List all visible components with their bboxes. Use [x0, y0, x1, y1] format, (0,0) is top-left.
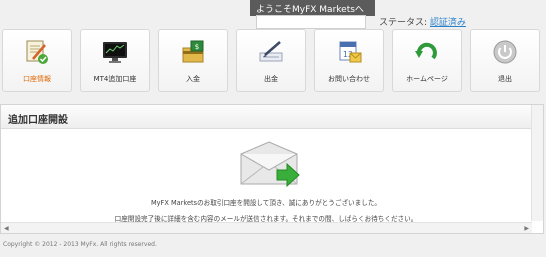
scroll-corner — [532, 223, 543, 233]
mail-envelope-icon — [240, 141, 300, 188]
vertical-scrollbar[interactable] — [531, 105, 543, 221]
green-arrow-home-icon — [415, 42, 437, 60]
tile-withdraw[interactable]: 出金 — [236, 29, 306, 92]
document-pen-icon — [26, 40, 48, 64]
svg-text:$: $ — [195, 43, 199, 51]
panel-title: 追加口座開設 — [1, 105, 543, 129]
scroll-left-icon[interactable]: ◀ — [4, 225, 9, 232]
tile-mt4-additional-account[interactable]: MT4追加口座 — [80, 29, 150, 92]
status-line: ステータス: 認証済み — [379, 15, 466, 28]
tile-logout[interactable]: 退出 — [470, 29, 540, 92]
calendar-contact-icon: 12 — [339, 41, 362, 63]
status-label: ステータス: — [379, 18, 428, 28]
account-name-field — [256, 15, 366, 29]
tile-account-info[interactable]: 口座情報 — [2, 29, 72, 92]
monitor-chart-icon — [103, 42, 127, 63]
tile-label: MT4追加口座 — [93, 75, 137, 83]
withdraw-pen-icon — [259, 41, 283, 62]
tile-label: 口座情報 — [23, 75, 51, 83]
tile-label: 入金 — [186, 75, 200, 83]
deposit-card-icon: $ — [182, 40, 204, 63]
tile-homepage[interactable]: ホームページ — [392, 29, 462, 92]
tile-contact[interactable]: 12 お問い合わせ — [314, 29, 384, 92]
tile-label: ホームページ — [406, 75, 448, 83]
tile-label: 出金 — [264, 75, 278, 83]
welcome-banner: ようこそMyFX Marketsへ — [250, 0, 375, 16]
tile-label: 退出 — [498, 75, 512, 83]
tile-deposit[interactable]: $ 入金 — [158, 29, 228, 92]
additional-account-panel: 追加口座開設 MyFX Marketsのお取引口座を開設して頂き、誠にありがとう… — [0, 104, 544, 234]
power-icon — [493, 40, 517, 64]
scroll-right-icon[interactable]: ▶ — [524, 225, 529, 232]
tile-label: お問い合わせ — [328, 75, 370, 83]
copyright-footer: Copyright © 2012 - 2013 MyFx. All rights… — [3, 241, 157, 248]
thank-you-message: MyFX Marketsのお取引口座を開設して頂き、誠にありがとうございました。 — [150, 199, 382, 207]
horizontal-scrollbar[interactable]: ◀ ▶ — [1, 222, 532, 233]
status-value-link[interactable]: 認証済み — [430, 18, 466, 28]
main-toolbar: 口座情報 MT4追加口座 $ 入金 出金 12 お問い合わせ ホームページ 退出 — [0, 29, 546, 95]
